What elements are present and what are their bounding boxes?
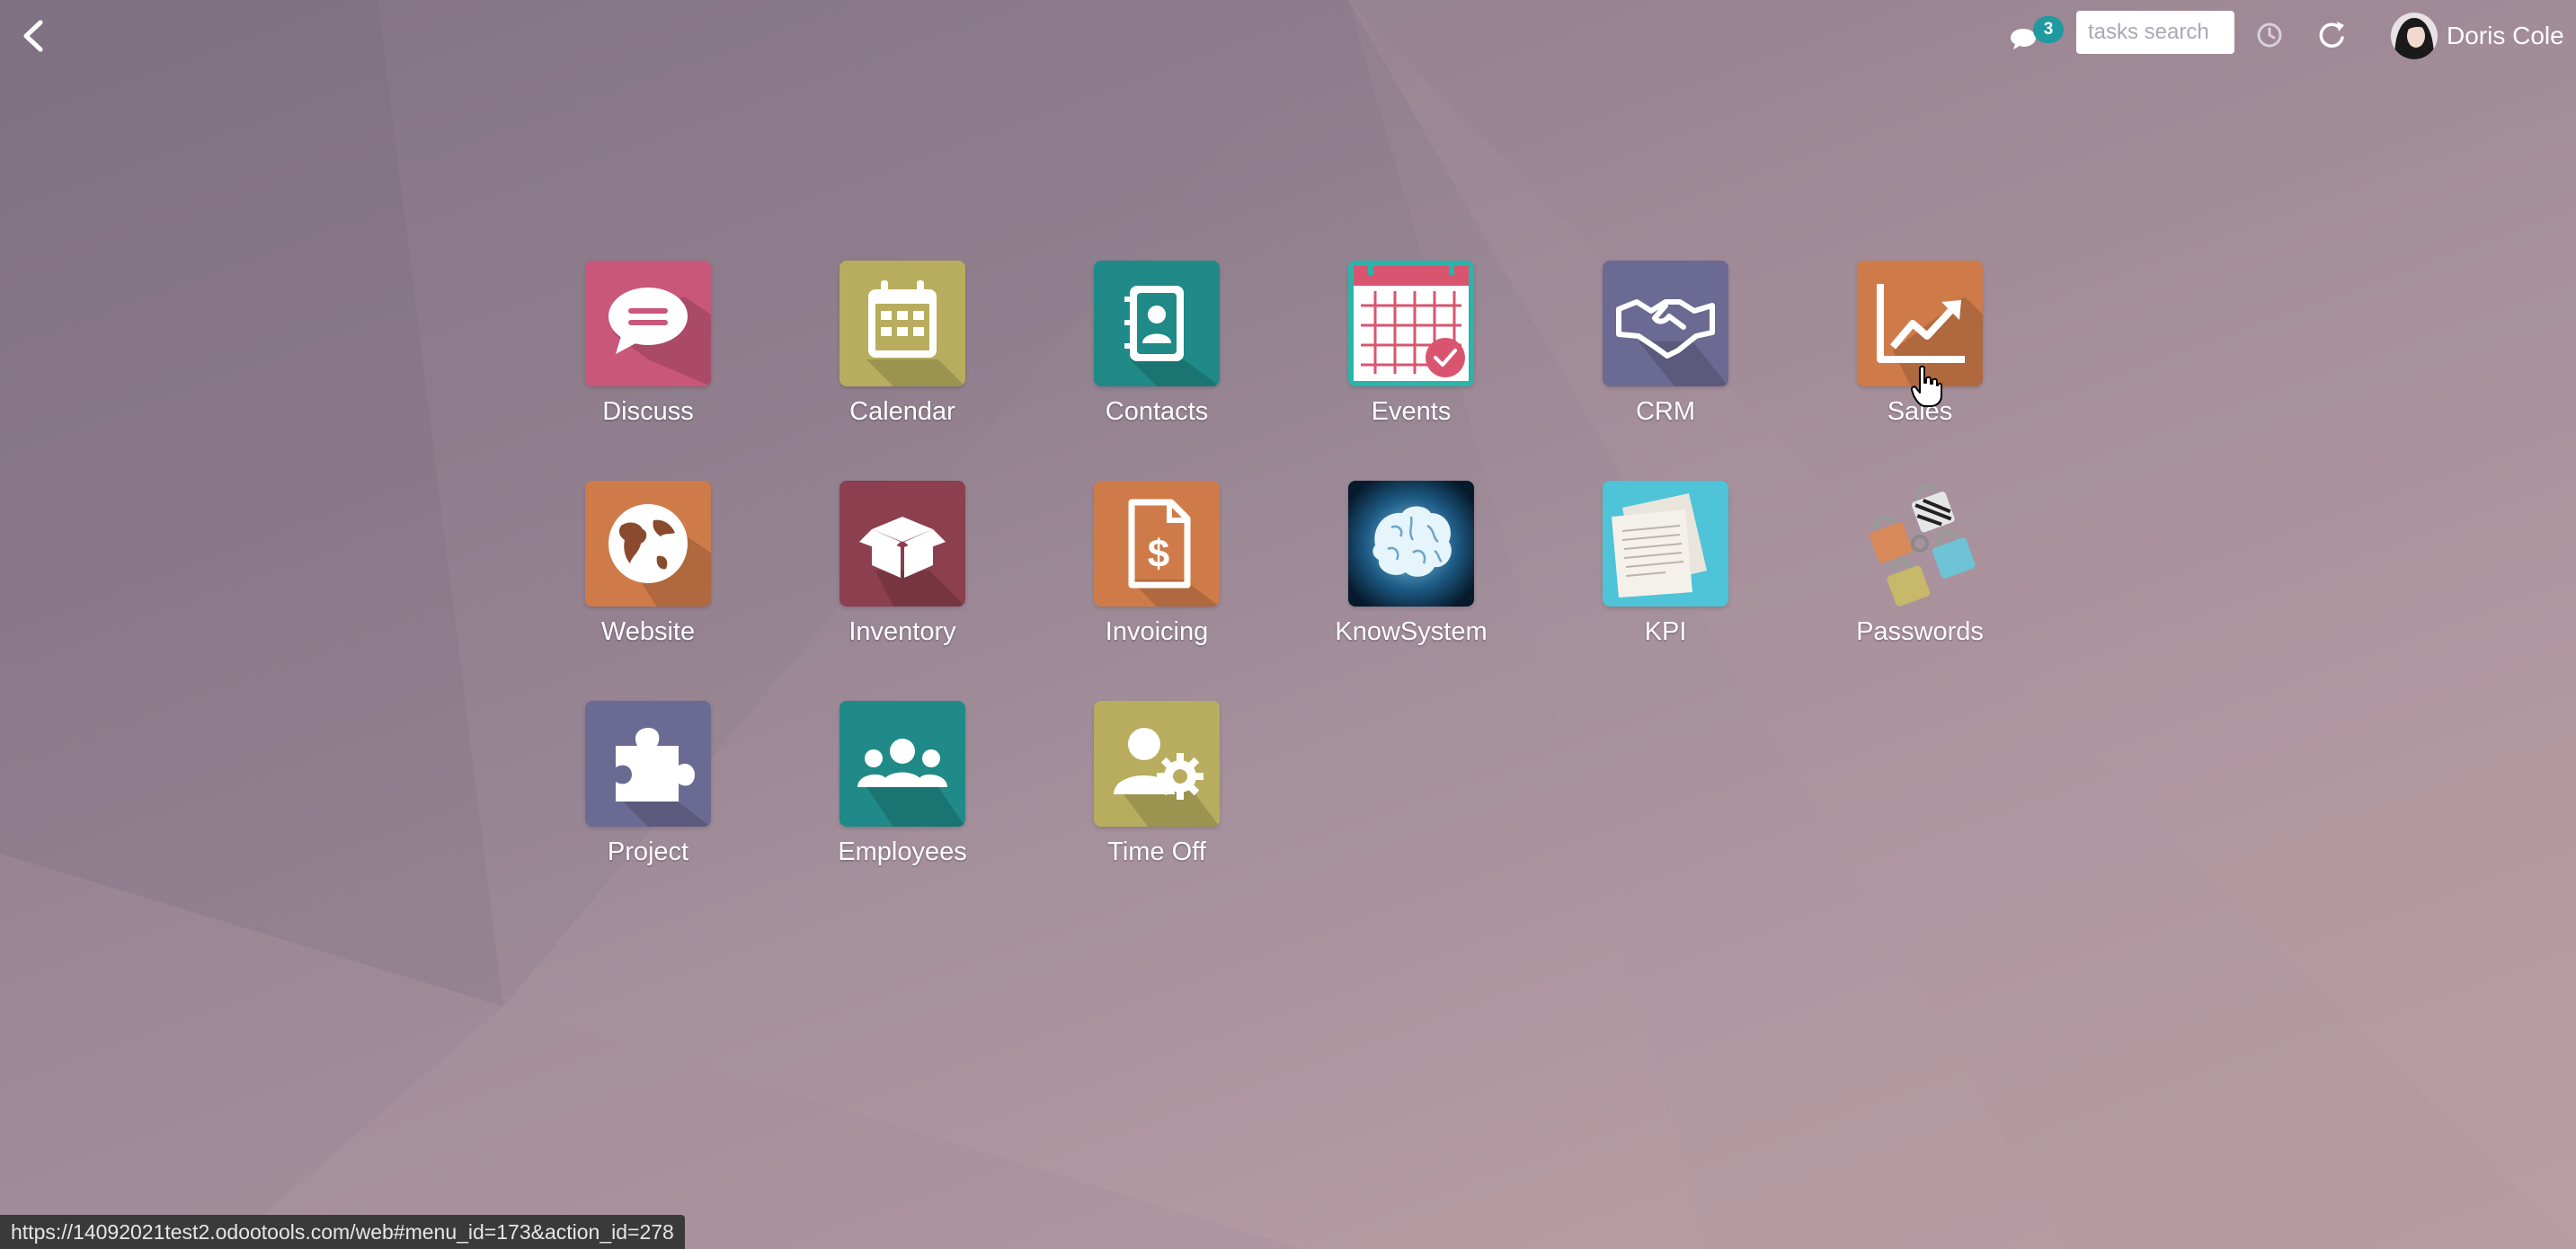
app-label: Discuss [602,397,694,426]
user-gear-icon [1094,701,1220,827]
contacts-icon [1094,261,1220,386]
app-label: Website [600,617,696,646]
app-time-off[interactable]: Time Off [1049,701,1265,899]
app-employees[interactable]: Employees [795,701,1010,899]
app-website[interactable]: Website [540,481,756,678]
app-sales[interactable]: Sales [1812,261,2028,458]
box-icon [839,481,965,607]
app-label: Project [607,837,689,866]
app-label: Inventory [848,617,956,646]
documents-icon [1603,481,1728,607]
app-label: Sales [1887,397,1953,426]
chart-line-icon [1857,261,1983,386]
app-label: Events [1371,397,1452,426]
discuss-icon [585,261,711,386]
calendar-icon [839,261,965,386]
app-contacts[interactable]: Contacts [1049,261,1265,458]
app-label: CRM [1635,397,1696,426]
app-label: KnowSystem [1335,617,1488,646]
app-calendar[interactable]: Calendar [795,261,1010,458]
app-menu-grid: Discuss Calendar Contacts Events CRM Sal… [0,0,2576,1249]
handshake-icon [1603,261,1728,386]
padlocks-icon [1857,481,1983,607]
app-label: Contacts [1105,397,1209,426]
app-inventory[interactable]: Inventory [795,481,1010,678]
app-knowsystem[interactable]: KnowSystem [1303,481,1519,678]
app-invoicing[interactable]: $ Invoicing [1049,481,1265,678]
app-label: Passwords [1856,617,1984,646]
app-crm[interactable]: CRM [1558,261,1773,458]
app-kpi[interactable]: KPI [1558,481,1773,678]
events-icon [1348,261,1474,386]
brain-icon [1348,481,1474,607]
app-label: Employees [838,837,967,866]
globe-icon [585,481,711,607]
svg-text:$: $ [1148,532,1169,576]
app-events[interactable]: Events [1303,261,1519,458]
link-preview-url: https://14092021test2.odootools.com/web#… [0,1215,685,1249]
app-project[interactable]: Project [540,701,756,899]
app-label: KPI [1644,617,1687,646]
puzzle-icon [585,701,711,827]
app-label: Time Off [1107,837,1206,866]
users-icon [839,701,965,827]
invoice-dollar-icon: $ [1094,481,1220,607]
app-label: Invoicing [1105,617,1209,646]
app-discuss[interactable]: Discuss [540,261,756,458]
app-label: Calendar [849,397,955,426]
app-passwords[interactable]: Passwords [1812,481,2028,678]
